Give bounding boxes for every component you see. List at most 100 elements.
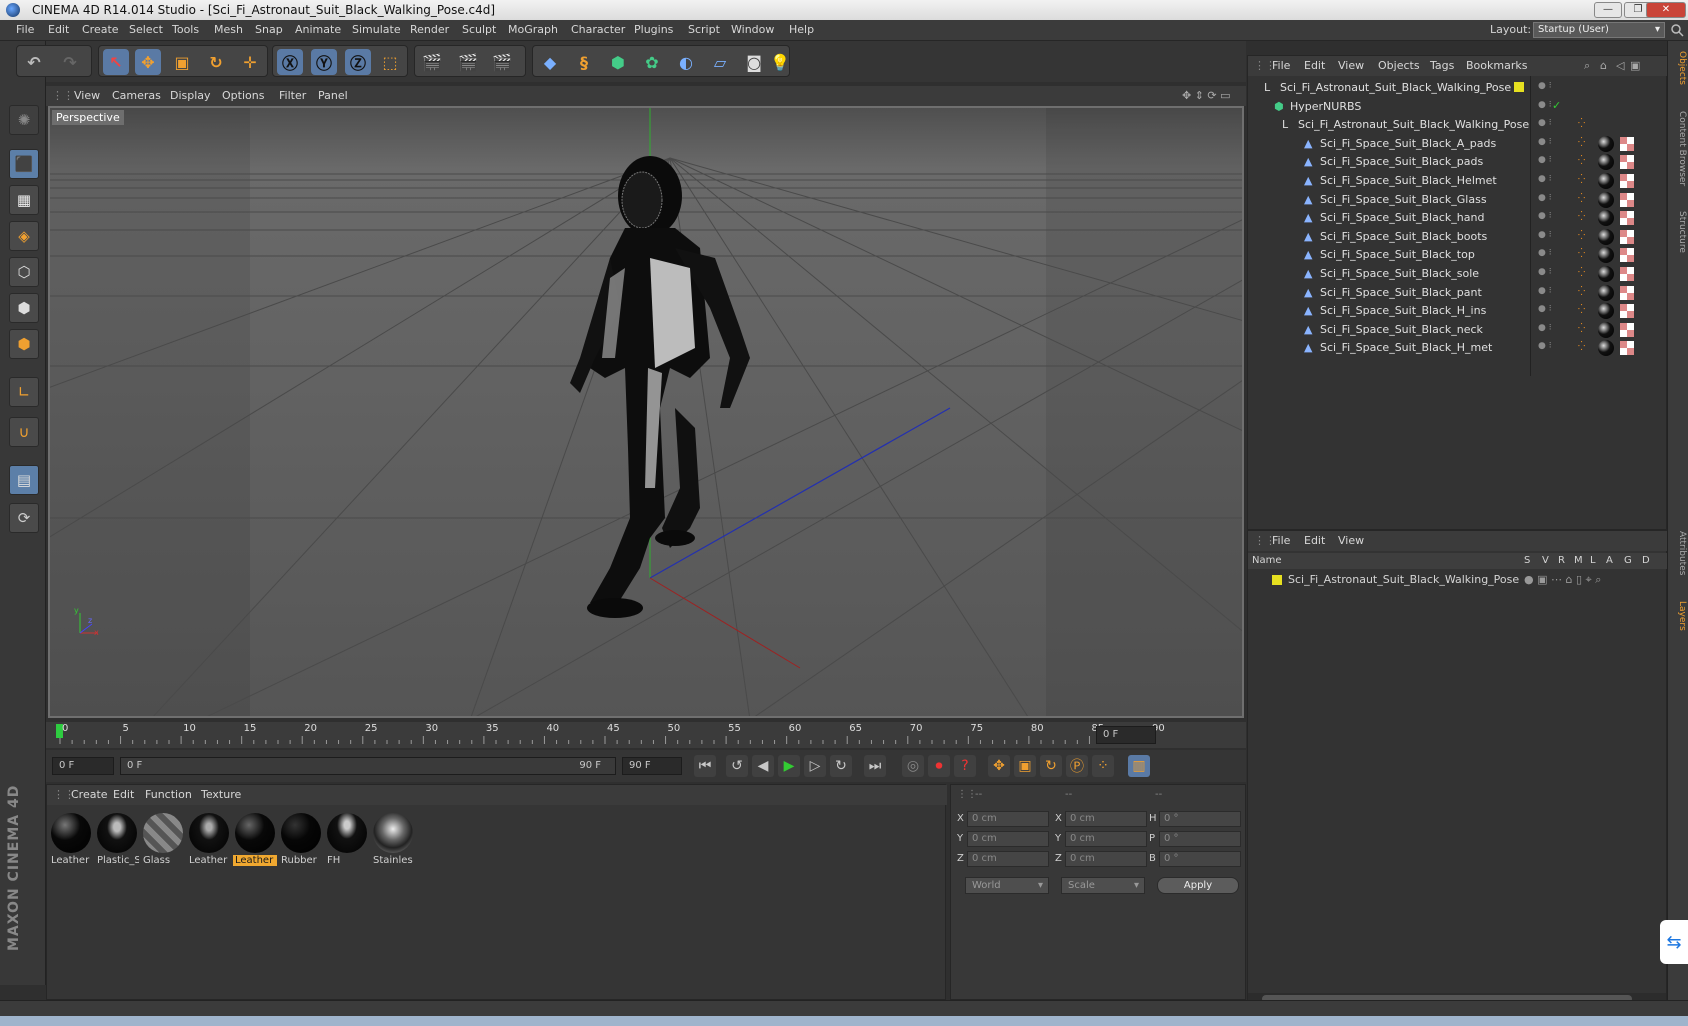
timeline-window-icon[interactable]: ▥: [1128, 755, 1150, 777]
phong-tag-icon[interactable]: ⁛: [1578, 138, 1585, 148]
y-axis-lock-icon[interactable]: Ⓨ: [311, 49, 337, 75]
camera-icon[interactable]: ◙: [741, 49, 767, 75]
uvw-tag-icon[interactable]: [1620, 267, 1634, 281]
phong-tag-icon[interactable]: ⁛: [1578, 324, 1585, 334]
material-tag-icon[interactable]: [1598, 284, 1614, 301]
search-icon[interactable]: [1670, 23, 1684, 37]
start-frame-field[interactable]: 0 F: [52, 757, 114, 775]
menu-render[interactable]: Render: [410, 23, 449, 36]
uvw-tag-icon[interactable]: [1620, 155, 1634, 170]
phong-tag-icon[interactable]: ⁛: [1578, 287, 1585, 297]
object-tree-row[interactable]: ▲ Sci_Fi_Space_Suit_Black_pant ● ⁝ ⁛: [1248, 283, 1666, 303]
layer-menu-edit[interactable]: Edit: [1304, 534, 1325, 547]
material-tag-icon[interactable]: [1598, 228, 1614, 245]
material-tag-icon[interactable]: [1598, 154, 1614, 171]
phong-tag-icon[interactable]: ⁛: [1578, 305, 1585, 315]
menu-select[interactable]: Select: [129, 23, 163, 36]
undo-icon[interactable]: ↶: [21, 49, 47, 75]
go-to-end-icon[interactable]: ⏭: [864, 755, 886, 777]
phong-tag-icon[interactable]: ⁛: [1578, 194, 1585, 204]
x-axis-lock-icon[interactable]: Ⓧ: [277, 49, 303, 75]
tab-structure[interactable]: Structure: [1670, 211, 1687, 253]
visibility-dots-icon[interactable]: ● ⁝: [1538, 118, 1552, 128]
size-x-field[interactable]: 0 cm: [1065, 811, 1147, 827]
viewport-menu-view[interactable]: View: [74, 89, 100, 102]
uvw-tag-icon[interactable]: [1620, 322, 1634, 337]
object-tree-row[interactable]: ▲ Sci_Fi_Space_Suit_Black_boots ● ⁝ ⁛: [1248, 227, 1666, 247]
object-menu-edit[interactable]: Edit: [1304, 59, 1325, 72]
key-scale-icon[interactable]: ▣: [1014, 755, 1036, 777]
magnet-icon[interactable]: ∪: [9, 417, 39, 447]
material-swatch[interactable]: Leather: [187, 811, 231, 869]
menu-script[interactable]: Script: [688, 23, 720, 36]
object-menu-bookmarks[interactable]: Bookmarks: [1466, 59, 1527, 72]
material-swatch[interactable]: Stainles: [371, 811, 415, 869]
go-to-start-icon[interactable]: ⏮: [694, 755, 716, 777]
material-menu-edit[interactable]: Edit: [113, 788, 134, 801]
menu-snap[interactable]: Snap: [255, 23, 283, 36]
menu-help[interactable]: Help: [789, 23, 814, 36]
object-panel-icon[interactable]: ▣: [1630, 59, 1640, 72]
end-frame-field[interactable]: 90 F: [622, 757, 682, 775]
material-tag-icon[interactable]: [1598, 340, 1614, 357]
next-frame-icon[interactable]: ▷: [804, 755, 826, 777]
scale-tool-icon[interactable]: ▣: [169, 49, 195, 75]
menu-window[interactable]: Window: [731, 23, 774, 36]
edges-mode-icon[interactable]: ⬢: [9, 293, 39, 323]
menu-tools[interactable]: Tools: [172, 23, 199, 36]
coordinate-space-select[interactable]: World: [965, 877, 1049, 894]
menu-edit[interactable]: Edit: [48, 23, 69, 36]
previous-key-icon[interactable]: ↺: [726, 755, 748, 777]
material-swatch[interactable]: Plastic_S: [95, 811, 139, 869]
render-view-icon[interactable]: 🎬: [419, 49, 445, 75]
size-y-field[interactable]: 0 cm: [1065, 831, 1147, 847]
object-tree-row[interactable]: ▲ Sci_Fi_Space_Suit_Black_neck ● ⁝ ⁛: [1248, 320, 1666, 340]
material-swatch[interactable]: Glass: [141, 811, 185, 869]
recent-tool-icon[interactable]: ✛: [237, 49, 263, 75]
perspective-viewport[interactable]: Perspective y x z: [48, 106, 1244, 718]
uvw-tag-icon[interactable]: [1620, 192, 1634, 207]
object-tree-row[interactable]: ▲ Sci_Fi_Space_Suit_Black_H_met ● ⁝ ⁛: [1248, 338, 1666, 358]
viewport-menu-options[interactable]: Options: [222, 89, 264, 102]
tab-objects[interactable]: Objects: [1670, 51, 1687, 85]
visibility-dots-icon[interactable]: ● ⁝: [1538, 323, 1552, 333]
phong-tag-icon[interactable]: ⁛: [1578, 156, 1585, 166]
close-button[interactable]: ✕: [1646, 2, 1686, 18]
minimize-button[interactable]: —: [1594, 2, 1622, 18]
material-tag-icon[interactable]: [1598, 266, 1614, 282]
autokey-icon[interactable]: ⏺: [928, 755, 950, 777]
object-tree-row[interactable]: ▲ Sci_Fi_Space_Suit_Black_pads ● ⁝ ⁛: [1248, 152, 1666, 172]
phong-tag-icon[interactable]: ⁛: [1578, 212, 1585, 222]
object-tree-row[interactable]: ▲ Sci_Fi_Space_Suit_Black_sole ● ⁝ ⁛: [1248, 264, 1666, 284]
texture-mode-icon[interactable]: ▦: [9, 185, 39, 215]
z-axis-lock-icon[interactable]: Ⓩ: [345, 49, 371, 75]
tab-content-browser[interactable]: Content Browser: [1670, 111, 1687, 186]
snap-grid-icon[interactable]: ▤: [9, 465, 39, 495]
model-mode-icon[interactable]: ⬛: [9, 149, 39, 179]
tab-attributes[interactable]: Attributes: [1670, 531, 1687, 575]
visibility-dots-icon[interactable]: ● ⁝: [1538, 81, 1552, 91]
layer-menu-file[interactable]: File: [1272, 534, 1290, 547]
viewport-menu-panel[interactable]: Panel: [318, 89, 348, 102]
points-mode-icon[interactable]: ⬡: [9, 257, 39, 287]
object-menu-tags[interactable]: Tags: [1430, 59, 1454, 72]
move-tool-icon[interactable]: ✥: [135, 49, 161, 75]
position-x-field[interactable]: 0 cm: [967, 811, 1049, 827]
object-tree-row[interactable]: ⬢ HyperNURBS ● ⁝ ✓: [1248, 97, 1666, 117]
visibility-dots-icon[interactable]: ● ⁝: [1538, 304, 1552, 314]
phong-tag-icon[interactable]: ⁛: [1578, 268, 1585, 278]
rotation-p-field[interactable]: 0 °: [1159, 831, 1241, 847]
object-menu-view[interactable]: View: [1338, 59, 1364, 72]
render-picture-viewer-icon[interactable]: 🎬: [455, 49, 481, 75]
keyframe-selection-icon[interactable]: ?: [954, 755, 976, 777]
phong-tag-icon[interactable]: ⁛: [1578, 342, 1585, 352]
apply-button[interactable]: Apply: [1157, 877, 1239, 894]
visibility-dots-icon[interactable]: ● ⁝: [1538, 230, 1552, 240]
teamviewer-icon[interactable]: ⇆: [1660, 920, 1688, 964]
material-swatch[interactable]: Leather: [49, 811, 93, 869]
tab-layers[interactable]: Layers: [1670, 601, 1687, 631]
nurbs-icon[interactable]: ⬢: [605, 49, 631, 75]
coordinate-system-icon[interactable]: ⬚: [377, 49, 403, 75]
redo-icon[interactable]: ↷: [57, 49, 83, 75]
uvw-tag-icon[interactable]: [1620, 304, 1634, 319]
